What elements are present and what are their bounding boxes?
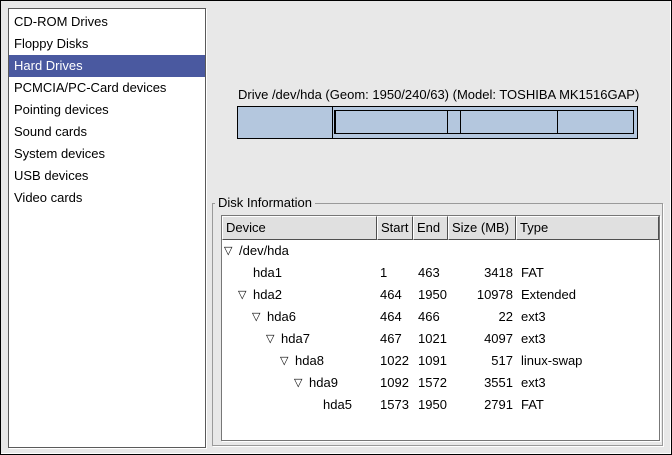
partition-segment-hda5 [557,110,634,134]
end-value: 463 [413,262,448,284]
drive-info-label: Drive /dev/hda (Geom: 1950/240/63) (Mode… [238,87,639,102]
extended-partition-hda2 [334,110,637,134]
device-name: hda9 [309,372,338,394]
type-value [516,240,659,262]
device-name: hda2 [253,284,282,306]
partition-segment-hda1 [238,107,333,138]
column-header-size-mb[interactable]: Size (MB) [448,216,516,240]
column-header-type[interactable]: Type [516,216,659,240]
sidebar-item-video-cards[interactable]: Video cards [9,187,205,209]
start-value: 1573 [377,394,413,416]
start-value: 464 [377,306,413,328]
end-value: 1950 [413,284,448,306]
partition-segment-hda8 [447,110,461,134]
start-value: 467 [377,328,413,350]
expander-icon[interactable]: ▽ [294,372,309,394]
table-row-hda9[interactable]: ▽hda9 109215723551ext3 [222,372,659,394]
sidebar-item-usb-devices[interactable]: USB devices [9,165,205,187]
disk-table-body: ▽/dev/hdahda114633418FAT▽hda246419501097… [222,240,659,416]
sidebar-item-cd-rom-drives[interactable]: CD-ROM Drives [9,11,205,33]
type-value: linux-swap [516,350,659,372]
device-category-list[interactable]: CD-ROM DrivesFloppy DisksHard DrivesPCMC… [8,8,206,448]
expander-icon[interactable]: ▽ [224,240,239,262]
drive-partition-bar [237,106,638,139]
table-row-hda7[interactable]: ▽hda7 46710214097ext3 [222,328,659,350]
column-header-device[interactable]: Device [222,216,377,240]
disk-table: DeviceStartEndSize (MB)Type ▽/dev/hdahda… [221,215,660,441]
end-value: 1021 [413,328,448,350]
sidebar-item-sound-cards[interactable]: Sound cards [9,121,205,143]
sidebar-item-system-devices[interactable]: System devices [9,143,205,165]
start-value: 464 [377,284,413,306]
expander-icon[interactable]: ▽ [266,328,281,350]
start-value [377,240,413,262]
device-name: /dev/hda [239,240,289,262]
table-row-dev-hda[interactable]: ▽/dev/hda [222,240,659,262]
size-value [448,240,516,262]
column-header-end[interactable]: End [413,216,448,240]
type-value: Extended [516,284,659,306]
disk-table-header: DeviceStartEndSize (MB)Type [222,216,659,240]
size-value: 22 [448,306,516,328]
type-value: FAT [516,394,659,416]
size-value: 2791 [448,394,516,416]
table-row-hda6[interactable]: ▽hda6 46446622ext3 [222,306,659,328]
start-value: 1092 [377,372,413,394]
type-value: ext3 [516,328,659,350]
end-value: 1091 [413,350,448,372]
size-value: 3551 [448,372,516,394]
size-value: 3418 [448,262,516,284]
device-name: hda5 [323,394,352,416]
start-value: 1022 [377,350,413,372]
sidebar-item-hard-drives[interactable]: Hard Drives [9,55,205,77]
device-name: hda8 [295,350,324,372]
expander-icon[interactable]: ▽ [252,306,267,328]
disk-information-group: Disk Information DeviceStartEndSize (MB)… [212,203,663,446]
partition-segment-hda7 [335,110,448,134]
start-value: 1 [377,262,413,284]
device-name: hda1 [253,262,282,284]
type-value: FAT [516,262,659,284]
sidebar-item-pcmcia-pc-card-devices[interactable]: PCMCIA/PC-Card devices [9,77,205,99]
expander-icon[interactable]: ▽ [280,350,295,372]
size-value: 4097 [448,328,516,350]
sidebar-item-floppy-disks[interactable]: Floppy Disks [9,33,205,55]
table-row-hda5[interactable]: hda5 157319502791FAT [222,394,659,416]
end-value: 1572 [413,372,448,394]
table-row-hda1[interactable]: hda1 14633418FAT [222,262,659,284]
device-name: hda7 [281,328,310,350]
table-row-hda8[interactable]: ▽hda8 10221091517linux-swap [222,350,659,372]
hardware-browser-window: { "colors": { "selection": "#4a59a0", "p… [0,0,672,455]
disk-information-title: Disk Information [215,195,315,210]
size-value: 10978 [448,284,516,306]
expander-icon[interactable]: ▽ [238,284,253,306]
type-value: ext3 [516,372,659,394]
end-value: 1950 [413,394,448,416]
sidebar-item-pointing-devices[interactable]: Pointing devices [9,99,205,121]
end-value: 466 [413,306,448,328]
size-value: 517 [448,350,516,372]
device-name: hda6 [267,306,296,328]
partition-segment-hda9 [460,110,558,134]
type-value: ext3 [516,306,659,328]
table-row-hda2[interactable]: ▽hda2 464195010978Extended [222,284,659,306]
column-header-start[interactable]: Start [377,216,413,240]
end-value [413,240,448,262]
